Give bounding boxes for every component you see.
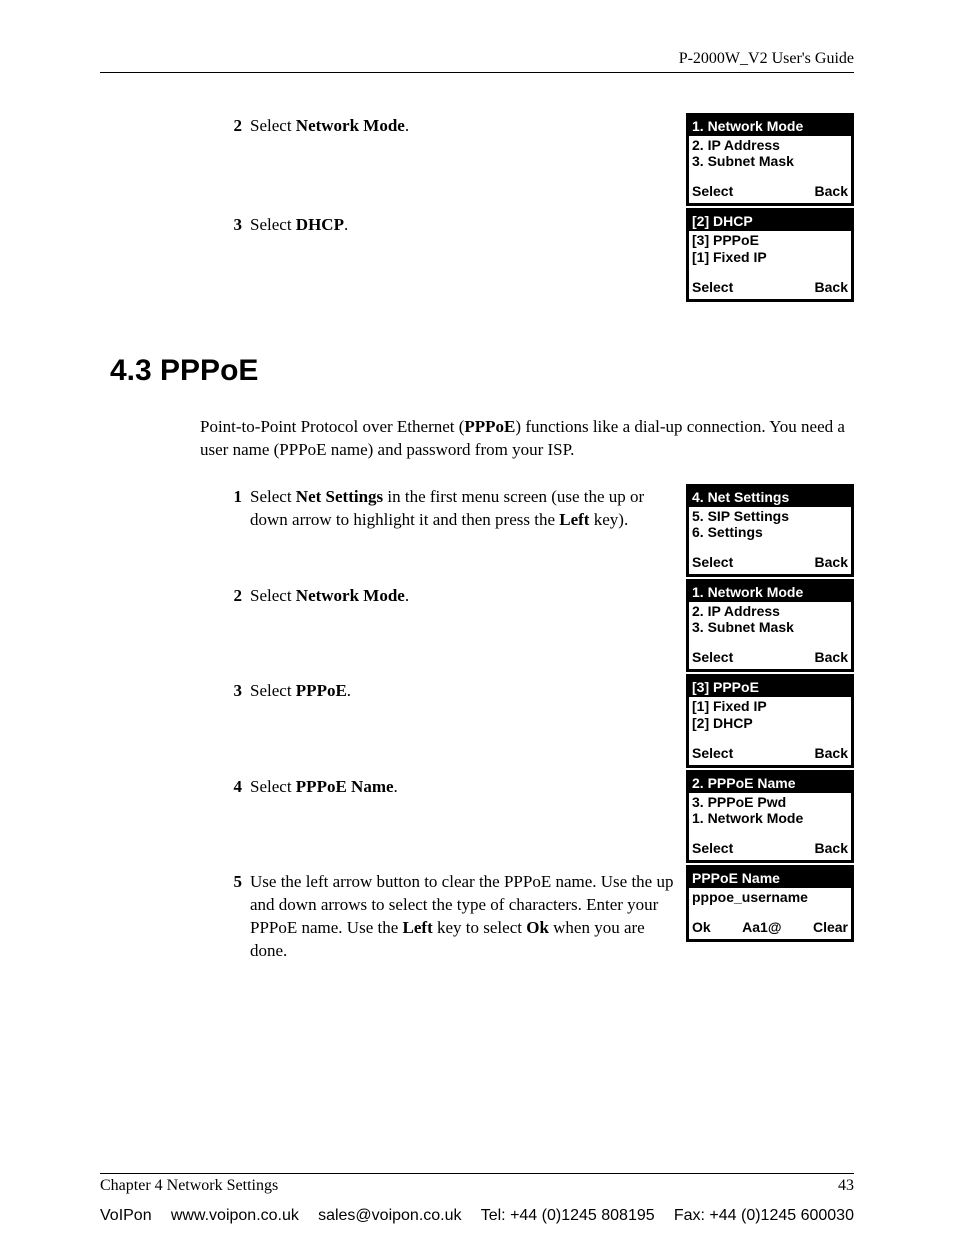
step-number: 3 [224,214,242,237]
softkey-ok[interactable]: Ok [692,919,711,935]
step-text: 3 Select DHCP. [100,208,686,237]
step-text: 5 Use the left arrow button to clear the… [100,865,686,963]
step-number: 4 [224,776,242,799]
phone-title: PPPoE Name [689,868,851,888]
step-number: 5 [224,871,242,963]
phone-title: [2] DHCP [689,211,851,231]
phone-line: 3. Subnet Mask [692,153,848,169]
phone-softkeys: Select Back [692,840,848,856]
step-content: Select PPPoE. [250,680,676,703]
softkey-select[interactable]: Select [692,183,733,199]
vendor-company: VoIPon [100,1207,152,1225]
phone-line: [1] Fixed IP [692,249,848,265]
step-row: 3 Select DHCP. [2] DHCP [3] PPPoE [1] Fi… [100,208,854,303]
phone-body: 2. IP Address 3. Subnet Mask Select Back [689,136,851,203]
phone-line: 3. PPPoE Pwd [692,794,848,810]
step-content: Select Network Mode. [250,585,676,608]
phone-softkeys: Select Back [692,554,848,570]
step-row: 4 Select PPPoE Name. 2. PPPoE Name 3. PP… [100,770,854,865]
step-row: 2 Select Network Mode. 1. Network Mode 2… [100,579,854,674]
phone-title: 4. Net Settings [689,487,851,507]
phone-title: 2. PPPoE Name [689,773,851,793]
step-number: 2 [224,585,242,608]
intro-paragraph: Point-to-Point Protocol over Ethernet (P… [100,416,854,462]
phone-body: pppoe_username Ok Aa1@ Clear [689,888,851,939]
softkey-back[interactable]: Back [815,649,848,665]
phone-screen: [2] DHCP [3] PPPoE [1] Fixed IP Select B… [686,208,854,301]
chapter-label: Chapter 4 Network Settings [100,1177,278,1195]
phone-line: [3] PPPoE [692,232,848,248]
phone-line: 3. Subnet Mask [692,619,848,635]
section-heading: 4.3 PPPoE [100,354,854,388]
step-number: 3 [224,680,242,703]
vendor-footer: VoIPon www.voipon.co.uk sales@voipon.co.… [0,1195,954,1239]
vendor-email: sales@voipon.co.uk [318,1207,461,1225]
phone-screen: 1. Network Mode 2. IP Address 3. Subnet … [686,113,854,206]
phone-line: 5. SIP Settings [692,508,848,524]
phone-line: 2. IP Address [692,137,848,153]
phone-body: 2. IP Address 3. Subnet Mask Select Back [689,602,851,669]
step-content: Select PPPoE Name. [250,776,676,799]
page-footer: Chapter 4 Network Settings 43 [100,1173,854,1195]
page-header: P-2000W_V2 User's Guide [100,50,854,73]
vendor-fax: Fax: +44 (0)1245 600030 [674,1207,854,1225]
step-number: 2 [224,115,242,138]
phone-screen: 4. Net Settings 5. SIP Settings 6. Setti… [686,484,854,577]
vendor-web: www.voipon.co.uk [171,1207,299,1225]
softkey-back[interactable]: Back [815,183,848,199]
softkey-char-mode[interactable]: Aa1@ [742,919,781,935]
phone-screen: 1. Network Mode 2. IP Address 3. Subnet … [686,579,854,672]
phone-screen: 2. PPPoE Name 3. PPPoE Pwd 1. Network Mo… [686,770,854,863]
phone-title: 1. Network Mode [689,582,851,602]
phone-line: pppoe_username [692,889,848,905]
softkey-back[interactable]: Back [815,745,848,761]
step-text: 4 Select PPPoE Name. [100,770,686,799]
step-text: 1 Select Net Settings in the first menu … [100,484,686,532]
phone-line: 6. Settings [692,524,848,540]
phone-line: [1] Fixed IP [692,698,848,714]
phone-line: 1. Network Mode [692,810,848,826]
softkey-clear[interactable]: Clear [813,919,848,935]
step-text: 3 Select PPPoE. [100,674,686,703]
phone-body: 5. SIP Settings 6. Settings Select Back [689,507,851,574]
vendor-tel: Tel: +44 (0)1245 808195 [481,1207,655,1225]
step-content: Select Net Settings in the first menu sc… [250,486,676,532]
softkey-back[interactable]: Back [815,279,848,295]
product-guide-title: P-2000W_V2 User's Guide [679,50,854,67]
page: P-2000W_V2 User's Guide 2 Select Network… [0,0,954,1195]
phone-line: [2] DHCP [692,715,848,731]
phone-softkeys: Select Back [692,745,848,761]
step-text: 2 Select Network Mode. [100,113,686,138]
phone-softkeys: Select Back [692,279,848,295]
phone-softkeys: Select Back [692,649,848,665]
softkey-select[interactable]: Select [692,649,733,665]
phone-softkeys: Select Back [692,183,848,199]
phone-screen: [3] PPPoE [1] Fixed IP [2] DHCP Select B… [686,674,854,767]
step-row: 2 Select Network Mode. 1. Network Mode 2… [100,113,854,208]
phone-body: 3. PPPoE Pwd 1. Network Mode Select Back [689,793,851,860]
step-text: 2 Select Network Mode. [100,579,686,608]
phone-screen: PPPoE Name pppoe_username Ok Aa1@ Clear [686,865,854,942]
phone-body: [1] Fixed IP [2] DHCP Select Back [689,697,851,764]
softkey-select[interactable]: Select [692,279,733,295]
page-number: 43 [838,1177,854,1195]
step-row: 3 Select PPPoE. [3] PPPoE [1] Fixed IP [… [100,674,854,769]
phone-softkeys: Ok Aa1@ Clear [692,919,848,935]
softkey-back[interactable]: Back [815,840,848,856]
phone-title: [3] PPPoE [689,677,851,697]
step-row: 1 Select Net Settings in the first menu … [100,484,854,579]
softkey-select[interactable]: Select [692,840,733,856]
step-content: Use the left arrow button to clear the P… [250,871,676,963]
step-number: 1 [224,486,242,532]
softkey-back[interactable]: Back [815,554,848,570]
step-content: Select Network Mode. [250,115,676,138]
step-row: 5 Use the left arrow button to clear the… [100,865,854,963]
softkey-select[interactable]: Select [692,554,733,570]
softkey-select[interactable]: Select [692,745,733,761]
phone-line: 2. IP Address [692,603,848,619]
phone-title: 1. Network Mode [689,116,851,136]
step-content: Select DHCP. [250,214,676,237]
phone-body: [3] PPPoE [1] Fixed IP Select Back [689,231,851,298]
